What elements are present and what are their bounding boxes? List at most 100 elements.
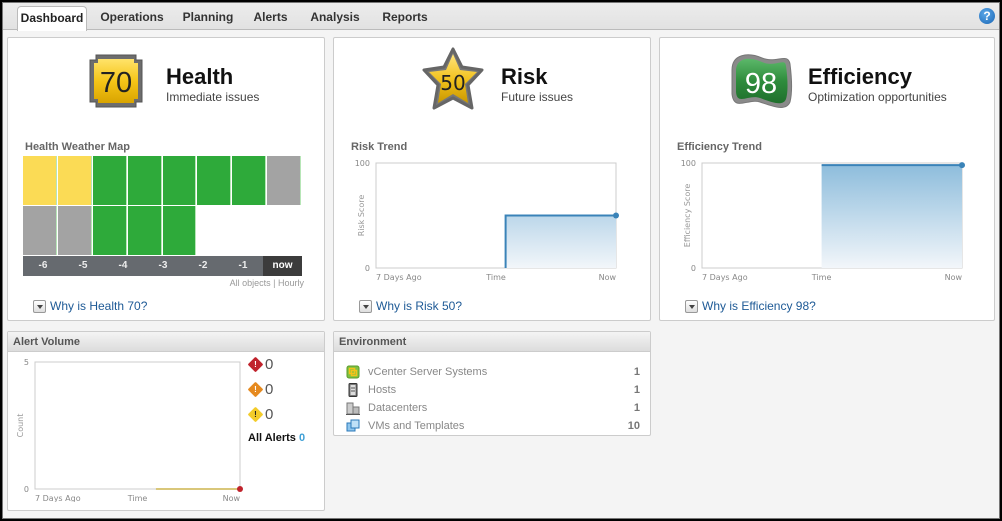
y-tick-label: 0 (691, 264, 696, 273)
y-tick-label: 0 (24, 485, 29, 494)
weather-map-cell[interactable] (162, 206, 197, 255)
alert-volume-chart: 5 0 7 Days Ago Time Now Count (8, 352, 243, 503)
expand-toggle-icon[interactable] (359, 299, 372, 313)
plot-area (34, 361, 241, 490)
warning-alert-count: 0 (265, 406, 274, 423)
env-item-label[interactable]: VMs and Templates (368, 420, 628, 432)
weather-map-title: Health Weather Map (25, 141, 130, 153)
efficiency-badge-icon: 98 (728, 50, 794, 112)
data-point (959, 162, 965, 169)
tab-reports[interactable]: Reports (375, 6, 435, 30)
critical-alert-count: 0 (265, 356, 274, 373)
risk-score: 50 (440, 71, 465, 95)
weather-map-cell[interactable] (127, 156, 162, 205)
env-item-datacenters[interactable]: Datacenters 1 (346, 399, 640, 417)
weather-map-time-label: -3 (158, 260, 168, 271)
weather-map-cell[interactable] (267, 156, 301, 205)
env-item-count: 1 (633, 366, 640, 378)
y-tick-label: 0 (365, 264, 370, 273)
env-item-hosts[interactable]: Hosts 1 (346, 381, 640, 399)
environment-header: Environment (334, 332, 650, 352)
warning-alert-icon: ! (247, 406, 264, 423)
env-item-label[interactable]: vCenter Server Systems (368, 366, 634, 378)
weather-map-cell[interactable] (23, 156, 57, 205)
why-efficiency-label[interactable]: Why is Efficiency 98? (702, 299, 816, 313)
weather-map-cell[interactable] (57, 206, 92, 255)
tab-bar: Dashboard Operations Planning Alerts Ana… (3, 3, 999, 31)
health-badge-icon: 70 (84, 51, 148, 111)
risk-badge-icon: 50 (418, 46, 488, 116)
weather-map-time-label: -1 (238, 260, 248, 271)
tab-alerts[interactable]: Alerts (248, 6, 293, 30)
health-panel: 70 Health Immediate issues Health Weathe… (7, 37, 325, 321)
x-tick-label: Time (127, 494, 148, 502)
env-item-label[interactable]: Datacenters (368, 402, 634, 414)
critical-alert-icon: ! (247, 356, 264, 373)
tab-analysis[interactable]: Analysis (303, 6, 367, 30)
risk-trend-title: Risk Trend (351, 141, 408, 153)
y-tick-label: 100 (355, 159, 370, 168)
why-risk-label[interactable]: Why is Risk 50? (376, 299, 462, 313)
immediate-alert-icon: ! (247, 381, 264, 398)
weather-map-cell[interactable] (57, 156, 92, 205)
weather-map-cell[interactable] (92, 206, 127, 255)
tab-dashboard[interactable]: Dashboard (17, 6, 87, 31)
why-health-link[interactable]: Why is Health 70? (33, 299, 147, 313)
datacenter-icon (346, 401, 360, 415)
env-item-count: 10 (627, 420, 640, 432)
weather-map-cell[interactable] (162, 156, 197, 205)
env-item-count: 1 (633, 402, 640, 414)
critical-alerts[interactable]: ! 0 (247, 356, 274, 373)
weather-map-cell[interactable] (23, 206, 57, 255)
efficiency-score: 98 (745, 68, 777, 100)
env-item-label[interactable]: Hosts (368, 384, 634, 396)
health-subtitle: Immediate issues (166, 90, 260, 104)
weather-map-time-label: now (263, 256, 302, 276)
efficiency-trend-title: Efficiency Trend (677, 141, 762, 153)
dashboard-content: 70 Health Immediate issues Health Weathe… (3, 31, 999, 518)
vcenter-icon (346, 365, 360, 379)
weather-map-footer: All objects | Hourly (229, 278, 304, 288)
tab-operations[interactable]: Operations (93, 6, 171, 30)
weather-map-cell[interactable] (232, 156, 267, 205)
weather-map-cell[interactable] (197, 156, 232, 205)
alert-volume-panel: Alert Volume 5 0 7 Days Ago Time Now Count ! … (7, 331, 325, 511)
host-icon (346, 383, 360, 397)
x-tick-label: Time (485, 273, 506, 282)
x-tick-label: 7 Days Ago (35, 494, 81, 502)
all-alerts[interactable]: All Alerts 0 (248, 432, 305, 444)
all-alerts-count[interactable]: 0 (299, 432, 305, 444)
efficiency-title: Efficiency (808, 64, 912, 89)
expand-toggle-icon[interactable] (33, 299, 46, 313)
y-axis-label: Count (16, 414, 25, 438)
weather-map-cell[interactable] (92, 156, 127, 205)
x-tick-label: Time (811, 273, 832, 282)
chart-svg: 5 0 7 Days Ago Time Now Count (16, 358, 243, 503)
tab-planning[interactable]: Planning (175, 6, 241, 30)
alert-volume-header: Alert Volume (8, 332, 324, 352)
expand-toggle-icon[interactable] (685, 299, 698, 313)
env-item-vcenter[interactable]: vCenter Server Systems 1 (346, 363, 640, 381)
all-alerts-label: All Alerts (248, 432, 296, 444)
health-title: Health (166, 64, 234, 89)
chart-svg: 100 0 7 Days Ago Time Now Efficiency Score (681, 159, 965, 282)
why-risk-link[interactable]: Why is Risk 50? (359, 299, 462, 313)
immediate-alerts[interactable]: ! 0 (247, 381, 273, 398)
x-tick-label: Now (599, 273, 617, 282)
help-icon[interactable]: ? (979, 8, 995, 24)
app-window: Dashboard Operations Planning Alerts Ana… (2, 2, 1000, 519)
risk-subtitle: Future issues (501, 90, 574, 104)
why-health-label[interactable]: Why is Health 70? (50, 299, 147, 313)
env-item-count: 1 (633, 384, 640, 396)
health-weather-map (23, 156, 302, 256)
weather-map-cell[interactable] (127, 206, 162, 255)
env-item-vms[interactable]: VMs and Templates 10 (346, 417, 640, 435)
efficiency-trend-chart: 100 0 7 Days Ago Time Now Efficiency Score (660, 153, 996, 283)
x-tick-label: Now (945, 273, 963, 282)
weather-map-time-axis: -6 -5 -4 -3 -2 -1 now (23, 256, 302, 276)
warning-alerts[interactable]: ! 0 (247, 406, 274, 423)
x-tick-label: 7 Days Ago (702, 273, 748, 282)
data-point (613, 212, 619, 219)
why-efficiency-link[interactable]: Why is Efficiency 98? (685, 299, 816, 313)
y-axis-label: Efficiency Score (683, 184, 692, 248)
